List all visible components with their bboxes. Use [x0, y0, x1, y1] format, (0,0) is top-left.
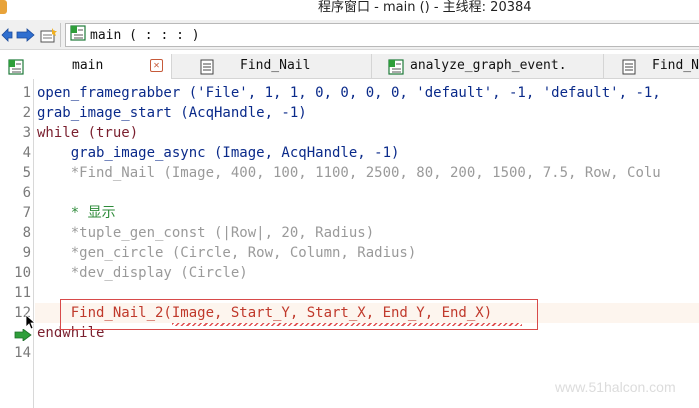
line-number: 2 — [22, 105, 31, 121]
procedure-icon — [388, 59, 404, 79]
tab-main[interactable]: main ✕ — [0, 54, 172, 79]
insert-procedure-icon[interactable] — [40, 27, 58, 43]
code-line[interactable]: *tuple_gen_const (|Row|, 20, Radius) — [37, 223, 374, 243]
line-number: 9 — [22, 245, 31, 261]
back-arrow-icon[interactable] — [1, 27, 13, 43]
code-line[interactable]: open_framegrabber ('File', 1, 1, 0, 0, 0… — [37, 83, 661, 103]
line-number: 7 — [22, 205, 31, 221]
code-editor[interactable]: 1 2 3 4 5 6 7 8 9 10 11 12 13 14 open_fr… — [0, 79, 699, 408]
code-line[interactable]: while (true) — [37, 123, 138, 143]
procedure-icon — [8, 59, 24, 79]
window-title: 程序窗口 - main () - 主线程: 20384 — [318, 0, 532, 15]
program-toolbar: main ( : : : ) — [0, 20, 699, 50]
tab-label: Find_Nail — [240, 58, 311, 73]
tab-label: main — [72, 58, 104, 73]
line-number: 1 — [22, 85, 31, 101]
code-line[interactable]: *Find_Nail (Image, 400, 100, 1100, 2500,… — [37, 163, 661, 183]
code-line[interactable]: grab_image_start (AcqHandle, -1) — [37, 103, 307, 123]
procedure-icon — [70, 25, 86, 45]
procedure-selector[interactable]: main ( : : : ) — [65, 23, 699, 47]
watermark: www.51halcon.com — [555, 379, 676, 395]
line-number-gutter[interactable]: 1 2 3 4 5 6 7 8 9 10 11 12 13 14 — [0, 79, 34, 408]
code-line[interactable]: * 显示 — [37, 203, 116, 223]
line-number: 11 — [14, 285, 31, 301]
program-counter-icon — [14, 326, 32, 342]
error-underline — [172, 323, 522, 326]
line-number: 6 — [22, 185, 31, 201]
app-icon — [0, 0, 7, 14]
tab-label: analyze_graph_event. — [410, 58, 567, 73]
editor-tab-bar: main ✕ Find_Nail analyze_graph_event. Fi… — [0, 54, 699, 79]
code-line[interactable]: *dev_display (Circle) — [37, 263, 248, 283]
line-number: 5 — [22, 165, 31, 181]
tab-analyze-graph-event[interactable]: analyze_graph_event. — [372, 54, 604, 79]
line-number: 8 — [22, 225, 31, 241]
line-number: 10 — [14, 265, 31, 281]
line-number: 4 — [22, 145, 31, 161]
tab-label: Find_N — [652, 58, 699, 73]
close-icon[interactable]: ✕ — [150, 59, 163, 72]
document-icon — [622, 59, 636, 79]
line-number: 14 — [14, 345, 31, 361]
tab-find-nail[interactable]: Find_Nail — [172, 54, 372, 79]
forward-arrow-icon[interactable] — [16, 27, 36, 43]
document-icon — [200, 59, 214, 79]
tab-find-n[interactable]: Find_N — [604, 54, 699, 79]
line-number: 3 — [22, 125, 31, 141]
code-line[interactable]: grab_image_async (Image, AcqHandle, -1) — [37, 143, 400, 163]
procedure-signature: main ( : : : ) — [90, 27, 200, 43]
code-line[interactable]: *gen_circle (Circle, Row, Column, Radius… — [37, 243, 417, 263]
window-titlebar: 程序窗口 - main () - 主线程: 20384 — [0, 0, 699, 18]
toolbar-separator — [60, 23, 61, 47]
